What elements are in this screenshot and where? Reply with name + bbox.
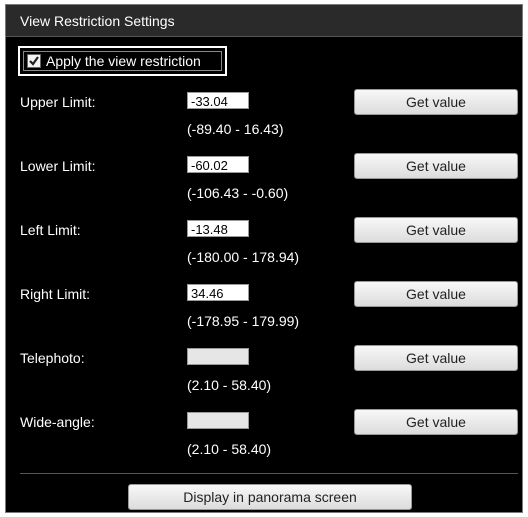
lower-limit-get-value-button[interactable]: Get value: [354, 153, 518, 179]
wide-angle-field[interactable]: [187, 412, 249, 429]
left-limit-get-value-button[interactable]: Get value: [354, 217, 518, 243]
panel-title: View Restriction Settings: [6, 5, 522, 37]
right-limit-label: Right Limit:: [20, 286, 91, 302]
upper-limit-label: Upper Limit:: [20, 94, 96, 110]
apply-restriction-focus-box[interactable]: Apply the view restriction: [18, 46, 227, 76]
apply-restriction-label: Apply the view restriction: [46, 53, 201, 69]
wide-angle-get-value-button[interactable]: Get value: [354, 409, 518, 435]
left-limit-field[interactable]: -13.48: [187, 220, 249, 237]
right-limit-range: (-178.95 - 179.99): [187, 313, 300, 329]
left-limit-range: (-180.00 - 178.94): [187, 249, 300, 265]
upper-limit-get-value-button[interactable]: Get value: [354, 89, 518, 115]
row-right-limit: Right Limit: 34.46 (-178.95 - 179.99) Ge…: [6, 281, 522, 346]
row-left-limit: Left Limit: -13.48 (-180.00 - 178.94) Ge…: [6, 217, 522, 282]
apply-restriction-row[interactable]: Apply the view restriction: [23, 51, 222, 71]
row-telephoto: Telephoto: (2.10 - 58.40) Get value: [6, 345, 522, 410]
upper-limit-range: (-89.40 - 16.43): [187, 121, 284, 137]
left-limit-label: Left Limit:: [20, 222, 81, 238]
divider: [20, 473, 518, 474]
display-panorama-button[interactable]: Display in panorama screen: [128, 484, 412, 510]
lower-limit-field[interactable]: -60.02: [187, 156, 249, 173]
view-restriction-panel: View Restriction Settings Apply the view…: [5, 4, 523, 513]
telephoto-field[interactable]: [187, 348, 249, 365]
row-lower-limit: Lower Limit: -60.02 (-106.43 - -0.60) Ge…: [6, 153, 522, 218]
telephoto-range: (2.10 - 58.40): [187, 377, 272, 393]
row-wide-angle: Wide-angle: (2.10 - 58.40) Get value: [6, 409, 522, 474]
telephoto-label: Telephoto:: [20, 350, 85, 366]
apply-restriction-checkbox[interactable]: [27, 54, 41, 68]
right-limit-get-value-button[interactable]: Get value: [354, 281, 518, 307]
lower-limit-range: (-106.43 - -0.60): [187, 185, 289, 201]
upper-limit-field[interactable]: -33.04: [187, 92, 249, 109]
telephoto-get-value-button[interactable]: Get value: [354, 345, 518, 371]
wide-angle-label: Wide-angle:: [20, 414, 95, 430]
row-upper-limit: Upper Limit: -33.04 (-89.40 - 16.43) Get…: [6, 89, 522, 154]
wide-angle-range: (2.10 - 58.40): [187, 441, 272, 457]
lower-limit-label: Lower Limit:: [20, 158, 96, 174]
right-limit-field[interactable]: 34.46: [187, 284, 249, 301]
checkmark-icon: [29, 56, 39, 66]
